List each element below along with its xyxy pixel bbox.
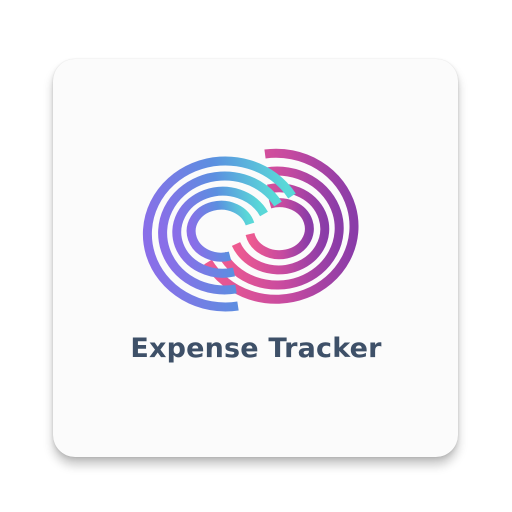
app-icon-screen: Expense Tracker	[0, 0, 512, 512]
interlocking-rings-logo-icon	[142, 148, 359, 312]
app-title: Expense Tracker	[130, 333, 382, 364]
